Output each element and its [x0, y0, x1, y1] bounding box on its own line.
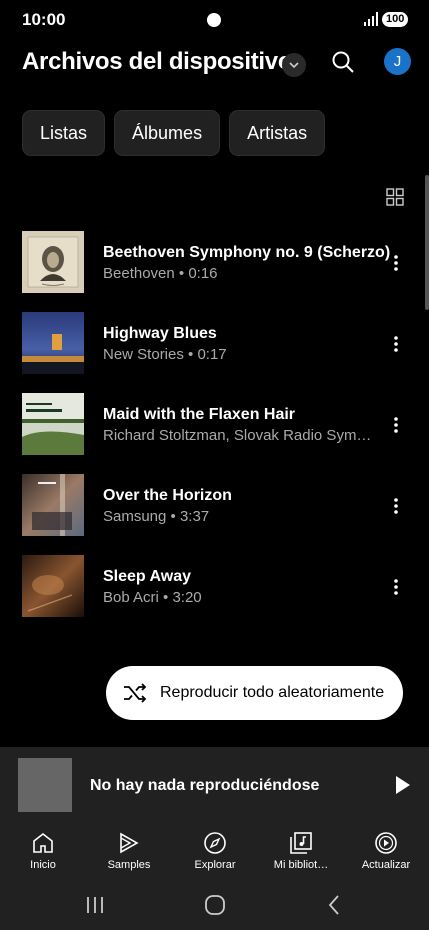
- list-item[interactable]: Beethoven Symphony no. 9 (Scherzo) Beeth…: [0, 231, 429, 293]
- song-subtitle: Bob Acri • 3:20: [103, 589, 202, 606]
- grid-view-icon[interactable]: [386, 188, 404, 206]
- chip-artistas[interactable]: Artistas: [229, 110, 326, 156]
- shuffle-icon: [124, 683, 147, 703]
- song-title: Sleep Away: [103, 568, 192, 585]
- song-subtitle: Beethoven • 0:16: [103, 265, 218, 282]
- list-item[interactable]: Highway Blues New Stories • 0:17: [0, 312, 429, 374]
- album-cover: [22, 312, 84, 374]
- more-vert-icon[interactable]: [386, 577, 406, 597]
- title-dropdown-button[interactable]: [282, 53, 306, 77]
- list-item[interactable]: Sleep Away Bob Acri • 3:20: [0, 555, 429, 617]
- avatar[interactable]: J: [384, 48, 411, 75]
- shuffle-all-button[interactable]: Reproducir todo aleatoriamente: [106, 666, 403, 720]
- more-vert-icon[interactable]: [386, 496, 406, 516]
- nav-item-samples[interactable]: Samples: [89, 831, 169, 871]
- samples-icon: [120, 832, 139, 854]
- more-vert-icon[interactable]: [386, 334, 406, 354]
- home-icon: [33, 832, 53, 853]
- chevron-down-icon: [289, 62, 299, 69]
- nav-label: Mi bibliot…: [273, 859, 329, 871]
- mini-player-artwork: [18, 758, 72, 812]
- battery-icon: 100: [382, 12, 409, 27]
- shuffle-label: Reproducir todo aleatoriamente: [160, 684, 385, 701]
- album-cover: [22, 474, 84, 536]
- chip-albumes[interactable]: Álbumes: [114, 110, 221, 156]
- recents-icon[interactable]: [83, 893, 107, 917]
- library-icon: [290, 832, 312, 854]
- page-title: Archivos del dispositivo: [22, 48, 293, 75]
- song-subtitle: New Stories • 0:17: [103, 346, 227, 363]
- song-title: Maid with the Flaxen Hair: [103, 406, 296, 423]
- nav-label: Actualizar: [361, 859, 411, 871]
- song-title: Beethoven Symphony no. 9 (Scherzo): [103, 244, 391, 261]
- home-button-icon[interactable]: [203, 893, 227, 917]
- back-icon[interactable]: [323, 893, 347, 917]
- status-time: 10:00: [22, 10, 66, 29]
- nav-item-explorar[interactable]: Explorar: [175, 831, 255, 871]
- filter-chips: Listas Álbumes Artistas: [22, 110, 326, 156]
- nav-item-inicio[interactable]: Inicio: [3, 831, 83, 871]
- more-vert-icon[interactable]: [386, 253, 406, 273]
- app-header: Archivos del dispositivo J: [0, 44, 429, 84]
- bottom-nav: Inicio Samples Explorar Mi bibliot… Actu…: [0, 823, 429, 883]
- system-nav-bar: [0, 883, 429, 930]
- nav-label: Samples: [107, 859, 151, 871]
- nav-label: Explorar: [194, 859, 236, 871]
- mini-player[interactable]: No hay nada reproduciéndose: [0, 747, 429, 823]
- compass-icon: [204, 832, 226, 854]
- nav-label: Inicio: [30, 859, 56, 871]
- camera-cutout: [207, 13, 221, 27]
- list-item[interactable]: Maid with the Flaxen Hair Richard Stoltz…: [0, 393, 429, 455]
- nav-item-actualizar[interactable]: Actualizar: [346, 831, 426, 871]
- song-subtitle: Samsung • 3:37: [103, 508, 210, 525]
- search-icon[interactable]: [330, 49, 356, 75]
- status-bar: 10:00 100: [0, 0, 429, 40]
- play-icon[interactable]: [394, 775, 412, 795]
- chip-listas[interactable]: Listas: [22, 110, 106, 156]
- list-item[interactable]: Over the Horizon Samsung • 3:37: [0, 474, 429, 536]
- mini-player-text: No hay nada reproduciéndose: [90, 777, 320, 794]
- upgrade-icon: [375, 832, 397, 854]
- album-cover: [22, 555, 84, 617]
- song-title: Highway Blues: [103, 325, 217, 342]
- signal-icon: [364, 12, 378, 26]
- song-title: Over the Horizon: [103, 487, 232, 504]
- album-cover: [22, 231, 84, 293]
- song-subtitle: Richard Stoltzman, Slovak Radio Sym…: [103, 427, 372, 444]
- more-vert-icon[interactable]: [386, 415, 406, 435]
- album-cover: [22, 393, 84, 455]
- nav-item-library[interactable]: Mi bibliot…: [261, 831, 341, 871]
